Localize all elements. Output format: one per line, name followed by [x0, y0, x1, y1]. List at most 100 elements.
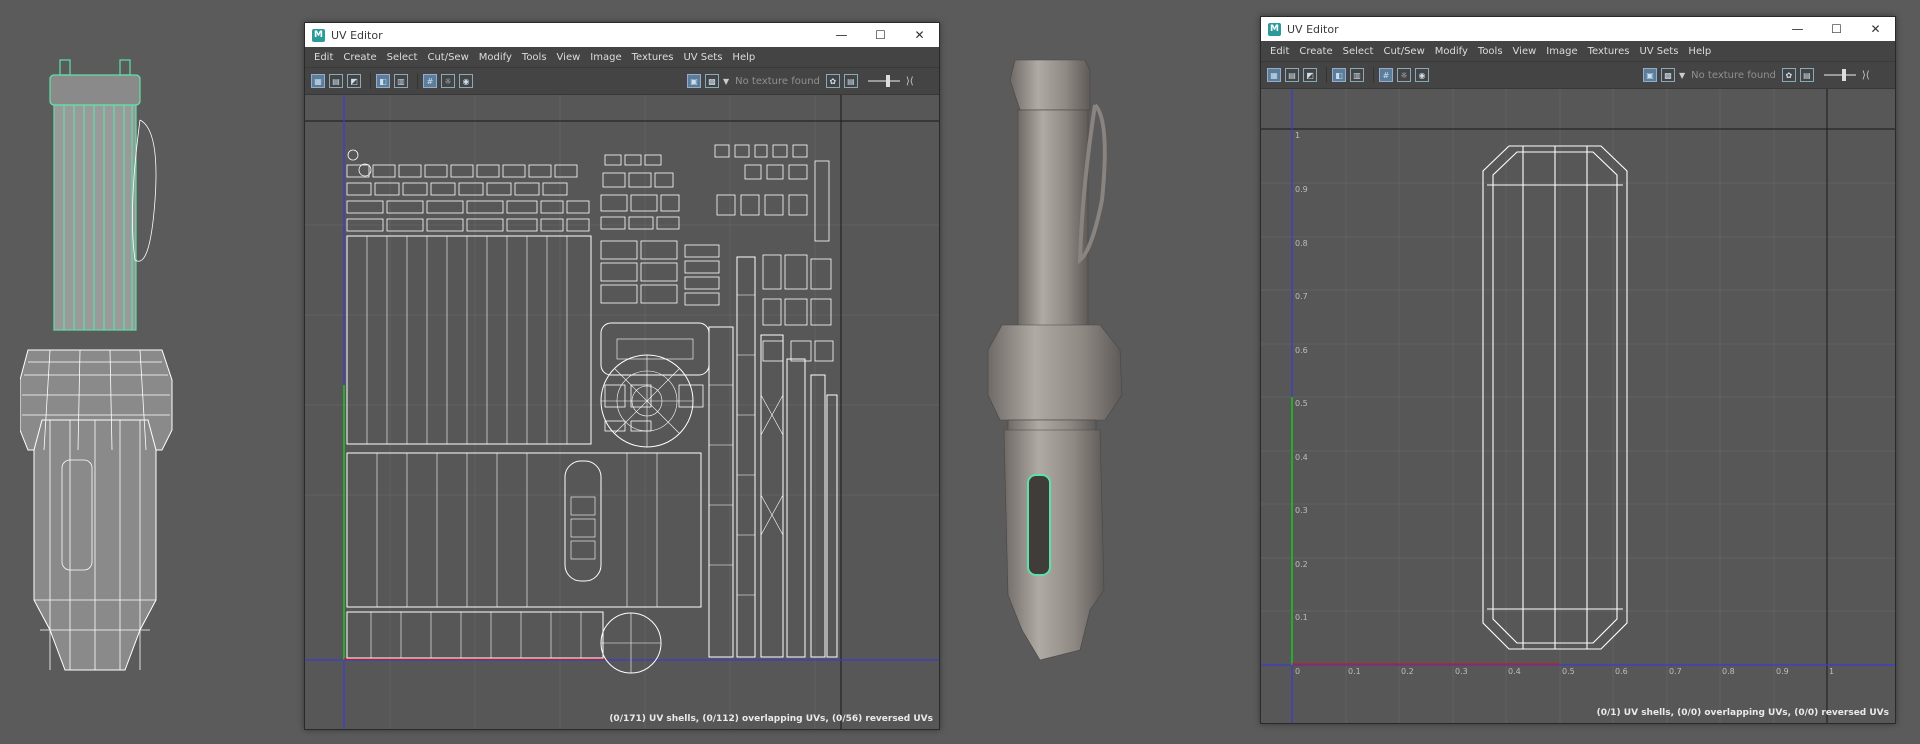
grid-icon[interactable]: # [423, 74, 437, 88]
camera-icon[interactable]: ◉ [1415, 68, 1429, 82]
viewport-left-wireframe[interactable] [19, 50, 200, 680]
dropdown-arrow-icon[interactable]: ▼ [1679, 71, 1685, 80]
uv-layout-dense [305, 95, 939, 729]
distortion-icon[interactable]: ◩ [347, 74, 361, 88]
uv-canvas[interactable]: 0 0.1 0.2 0.3 0.4 0.5 0.6 0.7 0.8 0.9 1 … [1261, 89, 1895, 723]
uv-shell-icon[interactable]: ▦ [311, 74, 325, 88]
v-tick: 0.4 [1295, 453, 1308, 462]
flashlight-shaded-model [987, 59, 1123, 661]
viewport-middle-shaded[interactable] [980, 50, 1160, 680]
expand-icon[interactable]: ⟩⟨ [1862, 70, 1870, 81]
u-tick: 0.7 [1669, 667, 1682, 676]
maya-logo-icon: M [1268, 22, 1281, 36]
menu-cut-sew[interactable]: Cut/Sew [1378, 46, 1429, 57]
uv-tick-labels: 0 0.1 0.2 0.3 0.4 0.5 0.6 0.7 0.8 0.9 1 … [1261, 89, 1895, 723]
menu-image[interactable]: Image [585, 52, 626, 63]
menu-select[interactable]: Select [382, 52, 423, 63]
grid-icon[interactable]: # [1379, 68, 1393, 82]
v-tick: 0.9 [1295, 185, 1308, 194]
menu-create[interactable]: Create [1294, 46, 1337, 57]
texture-status-label: No texture found [735, 75, 820, 87]
u-tick: 0.3 [1455, 667, 1468, 676]
v-tick: 0.5 [1295, 399, 1308, 408]
uv-toolkit-icon[interactable]: ✿ [1781, 68, 1796, 82]
menu-tools[interactable]: Tools [517, 52, 552, 63]
menu-view[interactable]: View [552, 52, 586, 63]
uv-canvas[interactable]: (0/171) UV shells, (0/112) overlapping U… [305, 95, 939, 729]
u-tick: 0.9 [1776, 667, 1789, 676]
maya-logo-icon: M [312, 28, 325, 42]
maximize-button[interactable]: ☐ [1817, 17, 1856, 41]
small-uv-shells [346, 144, 834, 432]
minimize-button[interactable]: — [1778, 17, 1817, 41]
menu-help[interactable]: Help [727, 52, 760, 63]
v-tick: 0.7 [1295, 292, 1308, 301]
maximize-button[interactable]: ☐ [861, 23, 900, 47]
shaded-icon[interactable]: ◧ [1332, 68, 1346, 82]
minimize-button[interactable]: — [822, 23, 861, 47]
selected-window-shell [1027, 474, 1051, 576]
image-display-icon[interactable]: ▣ [1643, 68, 1657, 82]
u-tick: 1 [1829, 667, 1835, 676]
flashlight-wireframe-model [19, 59, 173, 671]
uv-statistics: (0/1) UV shells, (0/0) overlapping UVs, … [1596, 708, 1889, 718]
u-tick: 0.1 [1348, 667, 1361, 676]
menu-uv-sets[interactable]: UV Sets [1634, 46, 1683, 57]
shaded-icon[interactable]: ◧ [376, 74, 390, 88]
checker-icon[interactable]: ▤ [329, 74, 343, 88]
exposure-slider[interactable] [1823, 69, 1856, 81]
menu-help[interactable]: Help [1683, 46, 1716, 57]
toolbar: ▦ ▤ ◩ ◧ ▥ # ☼ ◉ ▣ ▩ ▼ No texture found ✿… [1261, 62, 1895, 89]
checker-pattern-icon[interactable]: ▩ [705, 74, 719, 88]
menu-textures[interactable]: Textures [1583, 46, 1635, 57]
camera-icon[interactable]: ◉ [459, 74, 473, 88]
menu-edit[interactable]: Edit [1265, 46, 1294, 57]
u-tick: 0.6 [1615, 667, 1628, 676]
menu-modify[interactable]: Modify [1430, 46, 1473, 57]
u-tick: 0.5 [1562, 667, 1575, 676]
menu-image[interactable]: Image [1541, 46, 1582, 57]
title-bar[interactable]: M UV Editor — ☐ ✕ [1261, 17, 1895, 41]
menu-bar: Edit Create Select Cut/Sew Modify Tools … [1261, 41, 1895, 62]
sun-icon[interactable]: ☼ [441, 74, 455, 88]
v-tick: 0.6 [1295, 346, 1308, 355]
expand-icon[interactable]: ⟩⟨ [906, 76, 914, 87]
title-bar[interactable]: M UV Editor — ☐ ✕ [305, 23, 939, 47]
image-display-icon[interactable]: ▣ [687, 74, 701, 88]
image-icon[interactable]: ▤ [1799, 68, 1814, 82]
dropdown-arrow-icon[interactable]: ▼ [723, 77, 729, 86]
uv-toolkit-icon[interactable]: ✿ [825, 74, 840, 88]
uv-editor-window-2[interactable]: M UV Editor — ☐ ✕ Edit Create Select Cut… [1260, 16, 1896, 724]
menu-textures[interactable]: Textures [627, 52, 679, 63]
menu-edit[interactable]: Edit [309, 52, 338, 63]
menu-create[interactable]: Create [338, 52, 381, 63]
menu-bar: Edit Create Select Cut/Sew Modify Tools … [305, 47, 939, 68]
menu-modify[interactable]: Modify [474, 52, 517, 63]
v-tick: 0.2 [1295, 560, 1308, 569]
close-button[interactable]: ✕ [900, 23, 939, 47]
menu-view[interactable]: View [1508, 46, 1542, 57]
texture-status-label: No texture found [1691, 69, 1776, 81]
window-title: UV Editor [1287, 22, 1339, 36]
u-tick: 0.8 [1722, 667, 1735, 676]
checker-icon[interactable]: ▤ [1285, 68, 1299, 82]
v-tick: 0.3 [1295, 506, 1308, 515]
u-tick: 0.2 [1401, 667, 1414, 676]
menu-cut-sew[interactable]: Cut/Sew [422, 52, 473, 63]
exposure-slider[interactable] [867, 75, 900, 87]
v-tick: 0.8 [1295, 239, 1308, 248]
menu-tools[interactable]: Tools [1473, 46, 1508, 57]
close-button[interactable]: ✕ [1856, 17, 1895, 41]
window-title: UV Editor [331, 28, 383, 42]
sun-icon[interactable]: ☼ [1397, 68, 1411, 82]
checker-pattern-icon[interactable]: ▩ [1661, 68, 1675, 82]
distortion-icon[interactable]: ◩ [1303, 68, 1317, 82]
menu-select[interactable]: Select [1338, 46, 1379, 57]
u-tick: 0 [1295, 667, 1301, 676]
uv-editor-window-1[interactable]: M UV Editor — ☐ ✕ Edit Create Select Cut… [304, 22, 940, 730]
wireframe-icon[interactable]: ▥ [1350, 68, 1364, 82]
image-icon[interactable]: ▤ [843, 74, 858, 88]
wireframe-icon[interactable]: ▥ [394, 74, 408, 88]
uv-shell-icon[interactable]: ▦ [1267, 68, 1281, 82]
menu-uv-sets[interactable]: UV Sets [678, 52, 727, 63]
